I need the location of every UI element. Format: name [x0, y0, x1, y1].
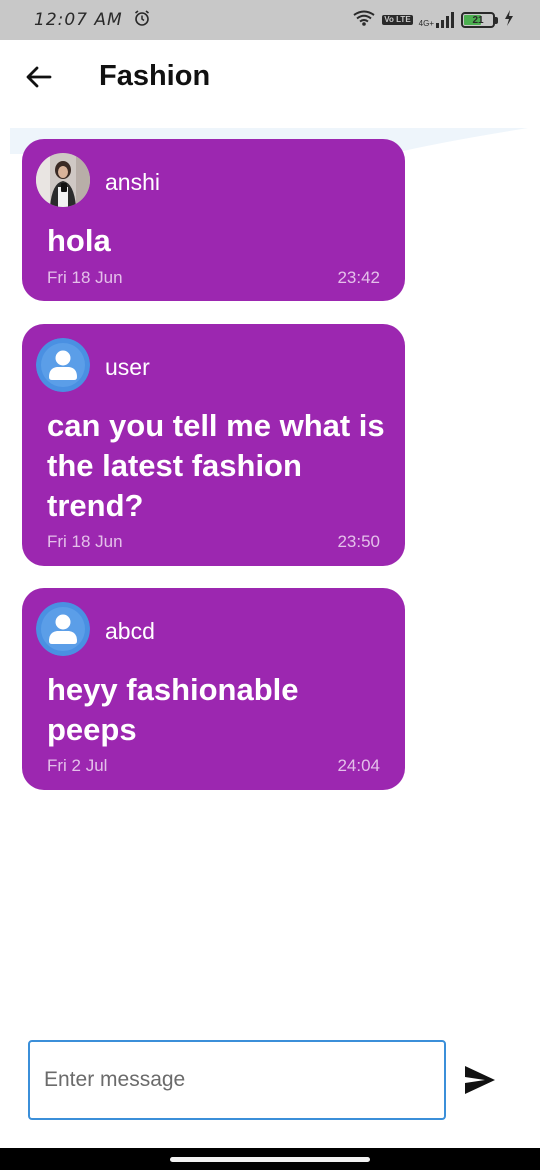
volte-badge: Vo LTE [382, 15, 413, 25]
arrow-left-icon [26, 66, 52, 93]
message-username: user [105, 354, 150, 380]
photo-avatar [36, 153, 90, 207]
message-bubble[interactable]: user can you tell me what is the latest … [22, 324, 405, 566]
charging-icon [504, 9, 514, 31]
send-button[interactable] [463, 1064, 497, 1096]
message-input[interactable] [44, 1060, 424, 1100]
app-bar: Fashion [0, 40, 540, 118]
message-text: can you tell me what is the latest fashi… [47, 408, 385, 523]
battery-cap [495, 16, 498, 24]
send-icon [463, 1066, 497, 1100]
message-bubble[interactable]: anshi hola Fri 18 Jun 23:42 [22, 139, 405, 301]
status-left: 12:07 AM [34, 9, 151, 32]
signal-icon: 4G+ [419, 12, 455, 28]
message-text: hola [47, 223, 111, 258]
wifi-icon [352, 10, 376, 31]
battery-body: 21 [461, 12, 495, 28]
message-username: anshi [105, 169, 160, 195]
message-date: Fri 18 Jun [47, 532, 123, 551]
message-time: 23:42 [337, 268, 380, 287]
status-right: Vo LTE 4G+ 21 [352, 9, 514, 31]
alarm-icon [133, 9, 151, 32]
back-button[interactable] [22, 62, 56, 96]
message-text: heyy fashionable peeps [47, 672, 299, 747]
message-composer [28, 1040, 446, 1120]
default-user-icon [36, 338, 90, 392]
battery-level: 21 [472, 14, 484, 26]
message-date: Fri 18 Jun [47, 268, 123, 287]
system-nav-bar [0, 1148, 540, 1170]
message-date: Fri 2 Jul [47, 756, 108, 775]
message-username: abcd [105, 618, 155, 644]
status-bar: 12:07 AM Vo LTE 4G+ 21 [0, 0, 540, 40]
default-user-icon [36, 602, 90, 656]
message-time: 23:50 [337, 532, 380, 551]
home-gesture-handle[interactable] [170, 1157, 370, 1162]
battery-icon: 21 [461, 12, 498, 28]
network-type: 4G+ [418, 19, 434, 28]
message-bubble[interactable]: abcd heyy fashionable peeps Fri 2 Jul 24… [22, 588, 405, 790]
status-time: 12:07 AM [34, 10, 123, 30]
page-title: Fashion [99, 60, 211, 92]
message-time: 24:04 [337, 756, 380, 775]
